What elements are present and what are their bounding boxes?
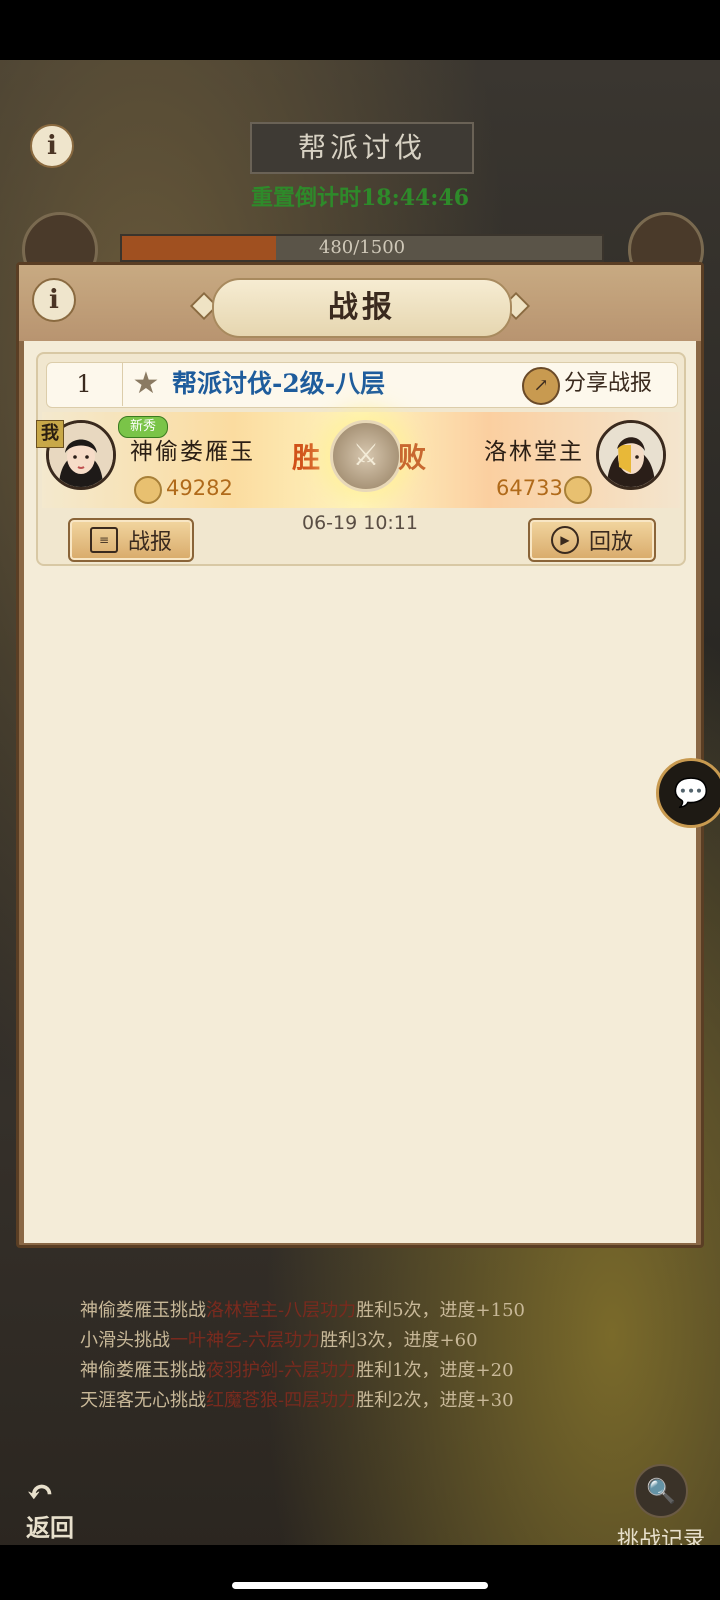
battle-log: 神偷娄雁玉挑战洛林堂主-八层功力胜利5次，进度+150 小滑头挑战一叶神乞-六层… [80, 1296, 640, 1416]
power-icon [564, 476, 592, 504]
replay-label: 回放 [588, 530, 633, 555]
my-player-name: 神偷娄雁玉 [130, 439, 255, 465]
back-label: 返回 [26, 1513, 74, 1542]
back-button[interactable]: ↶ 返回 [26, 1473, 96, 1542]
home-indicator[interactable] [232, 1582, 488, 1589]
enemy-name: 洛林堂主 [484, 439, 584, 465]
back-arrow-icon: ↶ [26, 1473, 55, 1513]
guild-progress-bar: 480/1500 [120, 234, 604, 262]
record-icon: 🔍 [634, 1464, 688, 1518]
reset-countdown: 重置倒计时18:44:46 [250, 185, 470, 211]
rank-number: 1 [46, 362, 123, 406]
dialog-title: 战报 [212, 278, 512, 338]
me-badge: 我 [36, 420, 64, 448]
replay-button[interactable]: ▶ 回放 [528, 518, 656, 562]
bg-info-icon[interactable]: i [30, 124, 74, 168]
battle-name: 帮派讨伐-2级-八层 [172, 369, 386, 398]
log-line: 小滑头挑战一叶神乞-六层功力胜利3次，进度+60 [80, 1330, 478, 1351]
enemy-avatar[interactable] [596, 420, 666, 490]
view-report-button[interactable]: ≡ 战报 [68, 518, 194, 562]
list-icon: ≡ [89, 527, 118, 553]
star-icon: ★ [132, 366, 160, 401]
bg-page-title: 帮派讨伐 [250, 122, 474, 174]
info-icon[interactable]: i [32, 278, 76, 322]
result-win: 胜 [292, 441, 321, 474]
play-icon: ▶ [550, 526, 579, 554]
log-line: 神偷娄雁玉挑战洛林堂主-八层功力胜利5次，进度+150 [80, 1300, 525, 1321]
status-bar [0, 0, 720, 60]
view-report-label: 战报 [127, 530, 172, 555]
log-line: 神偷娄雁玉挑战夜羽护剑-六层功力胜利1次，进度+20 [80, 1360, 514, 1381]
result-lose: 败 [398, 441, 427, 474]
enemy-power-value: 64733 [496, 476, 563, 500]
navigation-bar [0, 1545, 720, 1600]
chat-bubble-icon[interactable]: 💬 [656, 758, 720, 828]
challenge-record-button[interactable]: 🔍 挑战记录 [606, 1464, 716, 1553]
power-icon [134, 476, 162, 504]
log-line: 天涯客无心挑战红魔苍狼-四层功力胜利2次，进度+30 [80, 1390, 514, 1411]
share-report-label[interactable]: 分享战报 [564, 365, 652, 403]
progress-text: 480/1500 [318, 237, 406, 258]
share-icon[interactable]: ↗ [522, 367, 560, 405]
crossed-swords-icon: ⚔ [330, 420, 402, 492]
my-power-value: 49282 [166, 476, 233, 500]
